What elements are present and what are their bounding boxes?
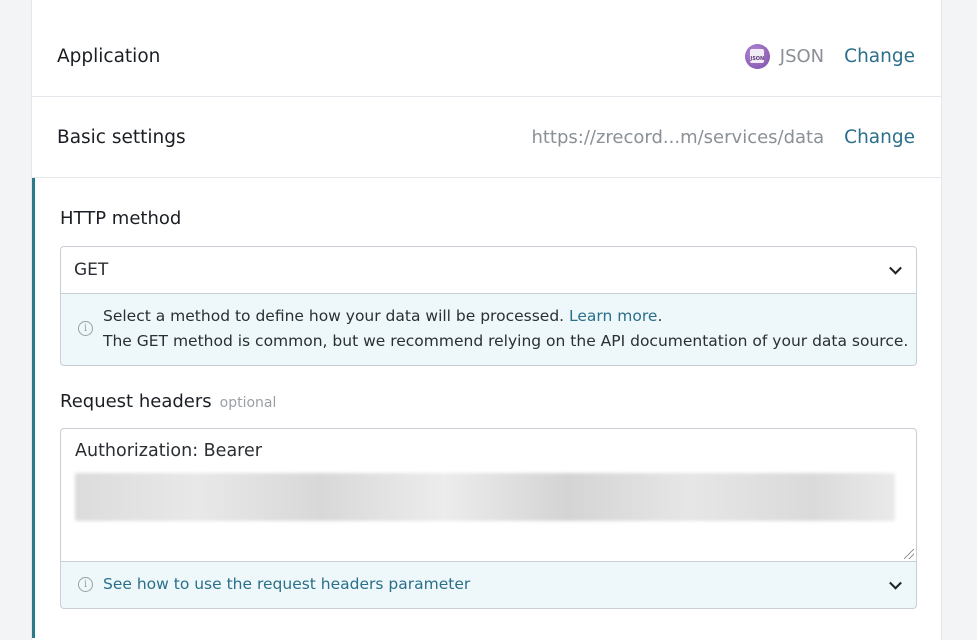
request-headers-label: Request headers optional <box>60 391 276 412</box>
application-title: Application <box>57 45 161 67</box>
optional-tag: optional <box>219 395 277 411</box>
http-method-select[interactable]: GET <box>60 246 917 294</box>
http-method-info-text: Select a method to define how your data … <box>103 304 908 354</box>
basic-settings-change-link[interactable]: Change <box>844 127 915 148</box>
http-method-label: HTTP method <box>60 208 182 229</box>
info-line-2: The GET method is common, but we recomme… <box>103 332 909 350</box>
info-icon: i <box>78 321 93 336</box>
application-change-link[interactable]: Change <box>844 46 915 67</box>
http-method-value: GET <box>74 260 109 280</box>
info-icon: i <box>78 577 93 592</box>
application-row: Application JSON JSON Change <box>32 16 941 97</box>
application-value: JSON <box>779 45 825 67</box>
json-app-icon: JSON <box>744 43 770 69</box>
learn-more-link[interactable]: Learn more <box>569 307 657 325</box>
request-headers-help-text: See how to use the request headers param… <box>103 575 471 593</box>
basic-settings-url: https://zrecord...m/services/data <box>531 126 825 148</box>
info-line-1: Select a method to define how your data … <box>103 307 565 325</box>
request-headers-textarea[interactable]: Authorization: Bearer <box>60 428 917 562</box>
request-headers-value: Authorization: Bearer <box>75 441 262 461</box>
basic-settings-row: Basic settings https://zrecord...m/servi… <box>32 97 941 178</box>
chevron-down-icon <box>889 576 902 590</box>
http-method-info-box: i Select a method to define how your dat… <box>60 294 917 366</box>
json-app-icon-label: JSON <box>750 49 765 63</box>
request-headers-help-toggle[interactable]: i See how to use the request headers par… <box>60 562 917 609</box>
redacted-token <box>75 473 895 521</box>
resize-handle[interactable] <box>904 549 914 559</box>
info-period: . <box>657 307 663 325</box>
settings-card: Application JSON JSON Change Basic setti… <box>31 0 942 640</box>
http-settings-section: HTTP method GET i Select a method to def… <box>32 178 941 638</box>
chevron-down-icon <box>889 261 902 275</box>
basic-settings-title: Basic settings <box>57 126 186 148</box>
request-headers-title: Request headers <box>60 391 212 412</box>
